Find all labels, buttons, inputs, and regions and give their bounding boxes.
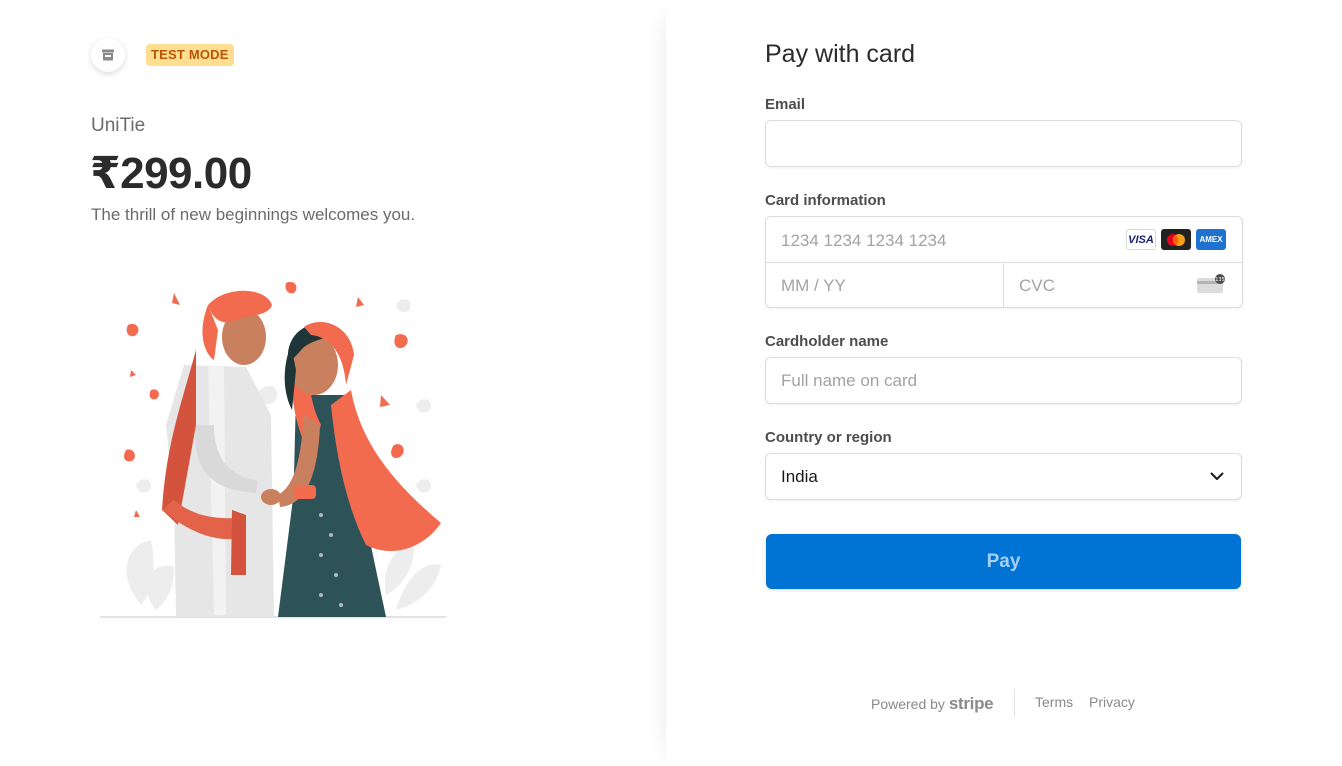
amex-icon: AMEX (1196, 229, 1226, 250)
product-price: ₹299.00 (90, 149, 252, 198)
country-label: Country or region (765, 429, 892, 446)
card-info-label: Card information (765, 192, 886, 209)
powered-by-text: Powered by (871, 696, 945, 712)
cardholder-label: Cardholder name (765, 333, 889, 350)
merchant-panel: TEST MODE UniTie ₹299.00 The thrill of n… (0, 0, 666, 766)
visa-icon: VISA (1126, 229, 1156, 250)
store-avatar[interactable] (91, 38, 125, 72)
svg-text:135: 135 (1215, 277, 1225, 283)
mastercard-icon (1161, 229, 1191, 250)
cvc-field[interactable]: CVC (1019, 263, 1055, 308)
privacy-link[interactable]: Privacy (1089, 694, 1135, 710)
chevron-down-icon (1210, 472, 1224, 480)
cardholder-name-field[interactable]: Full name on card (765, 357, 1242, 404)
email-label: Email (765, 96, 806, 113)
card-info-group: 1234 1234 1234 1234 VISA AMEX MM / YY CV… (765, 216, 1243, 308)
product-description: The thrill of new beginnings welcomes yo… (91, 205, 416, 224)
wedding-couple-illustration (100, 281, 446, 618)
store-icon (102, 49, 114, 61)
form-title: Pay with card (765, 40, 916, 68)
test-mode-badge: TEST MODE (146, 44, 234, 66)
card-col-divider (1003, 262, 1004, 308)
product-name: UniTie (91, 115, 146, 136)
email-field[interactable] (765, 120, 1242, 167)
terms-link[interactable]: Terms (1035, 694, 1073, 710)
powered-by-stripe[interactable]: Powered by stripe (871, 694, 994, 714)
cvc-card-icon: 135 (1197, 274, 1225, 293)
card-number-field[interactable]: 1234 1234 1234 1234 (781, 217, 946, 262)
country-value: India (781, 467, 818, 486)
pay-button[interactable]: Pay (766, 534, 1241, 589)
country-select[interactable]: India (765, 453, 1242, 500)
stripe-logo: stripe (948, 694, 994, 713)
expiry-field[interactable]: MM / YY (781, 263, 846, 308)
footer-divider (1014, 689, 1015, 717)
